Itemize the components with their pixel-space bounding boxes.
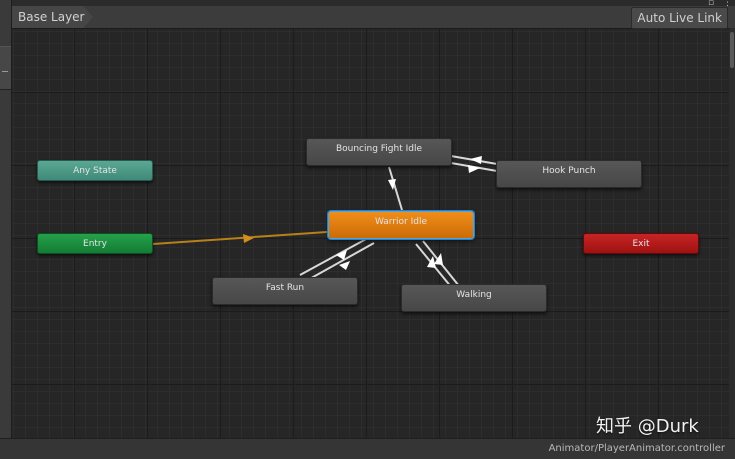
transition-warrior-idle-to-bouncing-fight-idle[interactable] <box>388 166 403 211</box>
state-label: Fast Run <box>265 283 305 293</box>
state-label: Hook Punch <box>542 166 596 176</box>
state-label: Exit <box>632 239 650 249</box>
state-label: Any State <box>73 166 117 176</box>
state-label: Entry <box>83 239 107 249</box>
state-label: Walking <box>456 290 492 300</box>
state-node-fast-run[interactable]: Fast Run <box>212 277 358 305</box>
controller-path: Animator/PlayerAnimator.controller <box>548 443 725 454</box>
state-label: Warrior Idle <box>374 217 428 227</box>
transition-entry-to-warrior-idle[interactable] <box>152 231 328 245</box>
entry-node[interactable]: Entry <box>37 233 153 254</box>
status-bar: Animator/PlayerAnimator.controller <box>0 438 735 459</box>
any-state-node[interactable]: Any State <box>37 160 153 181</box>
exit-node[interactable]: Exit <box>583 233 699 254</box>
state-node-walking[interactable]: Walking <box>401 284 547 312</box>
state-node-warrior-idle-default[interactable]: Warrior Idle <box>328 211 474 239</box>
transition-warrior-idle-walking[interactable] <box>415 240 460 289</box>
watermark: 知乎 @Durk <box>596 416 699 437</box>
transition-bouncing-fight-idle-hook-punch[interactable] <box>450 155 498 173</box>
state-node-hook-punch[interactable]: Hook Punch <box>496 160 642 188</box>
state-label: Bouncing Fight Idle <box>335 144 423 154</box>
state-node-bouncing-fight-idle[interactable]: Bouncing Fight Idle <box>306 138 452 166</box>
transition-warrior-idle-fast-run[interactable] <box>299 237 375 282</box>
